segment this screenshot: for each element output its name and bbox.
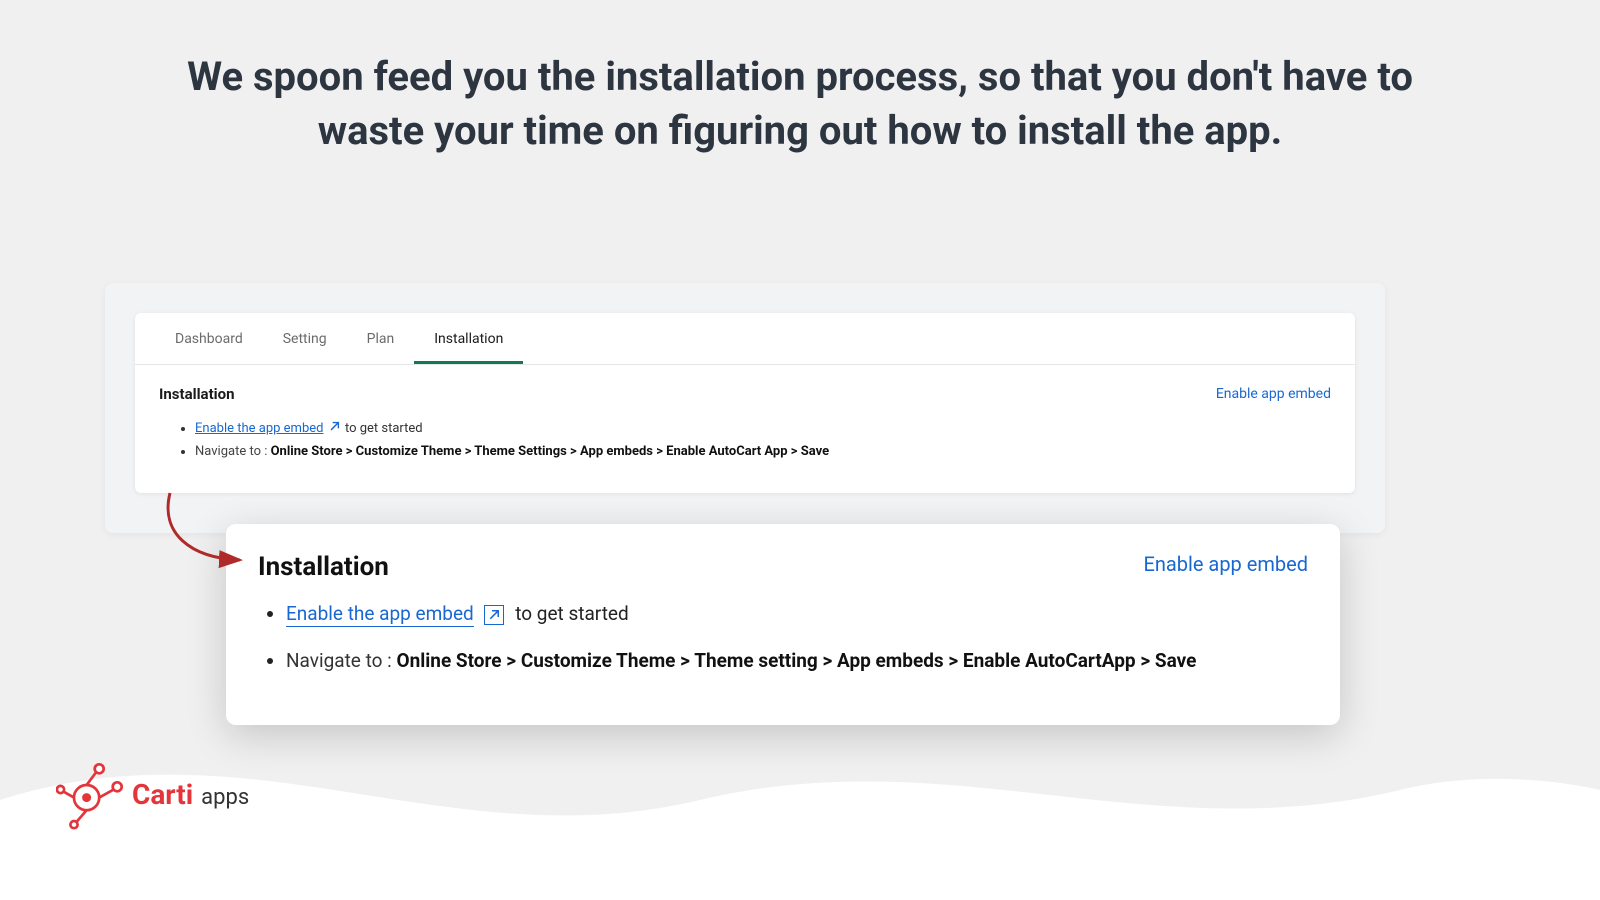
- zoom-instruction-list: Enable the app embed to get started Navi…: [258, 600, 1308, 675]
- brand-logo: Carti apps: [56, 758, 249, 830]
- bullet-suffix: to get started: [345, 421, 423, 436]
- list-item: Navigate to : Online Store > Customize T…: [195, 444, 1331, 459]
- enable-embed-inline-link[interactable]: Enable the app embed: [195, 421, 323, 436]
- zoom-nav-prefix: Navigate to :: [286, 649, 396, 672]
- app-panel: Dashboard Setting Plan Installation Inst…: [135, 313, 1355, 493]
- logo-brand-text: Carti: [132, 778, 193, 811]
- zoom-bullet-suffix: to get started: [515, 602, 629, 625]
- carti-logo-icon: [56, 758, 128, 830]
- tab-bar: Dashboard Setting Plan Installation: [135, 313, 1355, 365]
- section-title: Installation: [159, 385, 235, 403]
- app-screenshot-frame: Dashboard Setting Plan Installation Inst…: [105, 283, 1385, 533]
- list-item: Navigate to : Online Store > Customize T…: [286, 647, 1308, 676]
- zoom-callout: Installation Enable app embed Enable the…: [226, 524, 1340, 725]
- instruction-list: Enable the app embed to get started Navi…: [159, 421, 1331, 459]
- tab-setting[interactable]: Setting: [263, 313, 347, 364]
- nav-prefix: Navigate to :: [195, 444, 271, 459]
- external-link-icon: [329, 421, 340, 436]
- logo-suffix-text: apps: [201, 785, 249, 810]
- zoom-enable-app-embed-link[interactable]: Enable app embed: [1143, 552, 1308, 576]
- enable-app-embed-link[interactable]: Enable app embed: [1216, 386, 1331, 402]
- zoom-title: Installation: [258, 552, 389, 582]
- tab-plan[interactable]: Plan: [347, 313, 415, 364]
- tab-installation[interactable]: Installation: [414, 313, 523, 364]
- marketing-headline: We spoon feed you the installation proce…: [0, 0, 1600, 158]
- nav-path: Online Store > Customize Theme > Theme S…: [271, 444, 830, 459]
- tab-dashboard[interactable]: Dashboard: [155, 313, 263, 364]
- zoom-nav-path: Online Store > Customize Theme > Theme s…: [396, 649, 1196, 672]
- panel-body: Installation Enable app embed Enable the…: [135, 365, 1355, 493]
- external-link-icon: [484, 605, 504, 625]
- list-item: Enable the app embed to get started: [286, 600, 1308, 629]
- zoom-enable-embed-inline-link[interactable]: Enable the app embed: [286, 602, 474, 627]
- list-item: Enable the app embed to get started: [195, 421, 1331, 436]
